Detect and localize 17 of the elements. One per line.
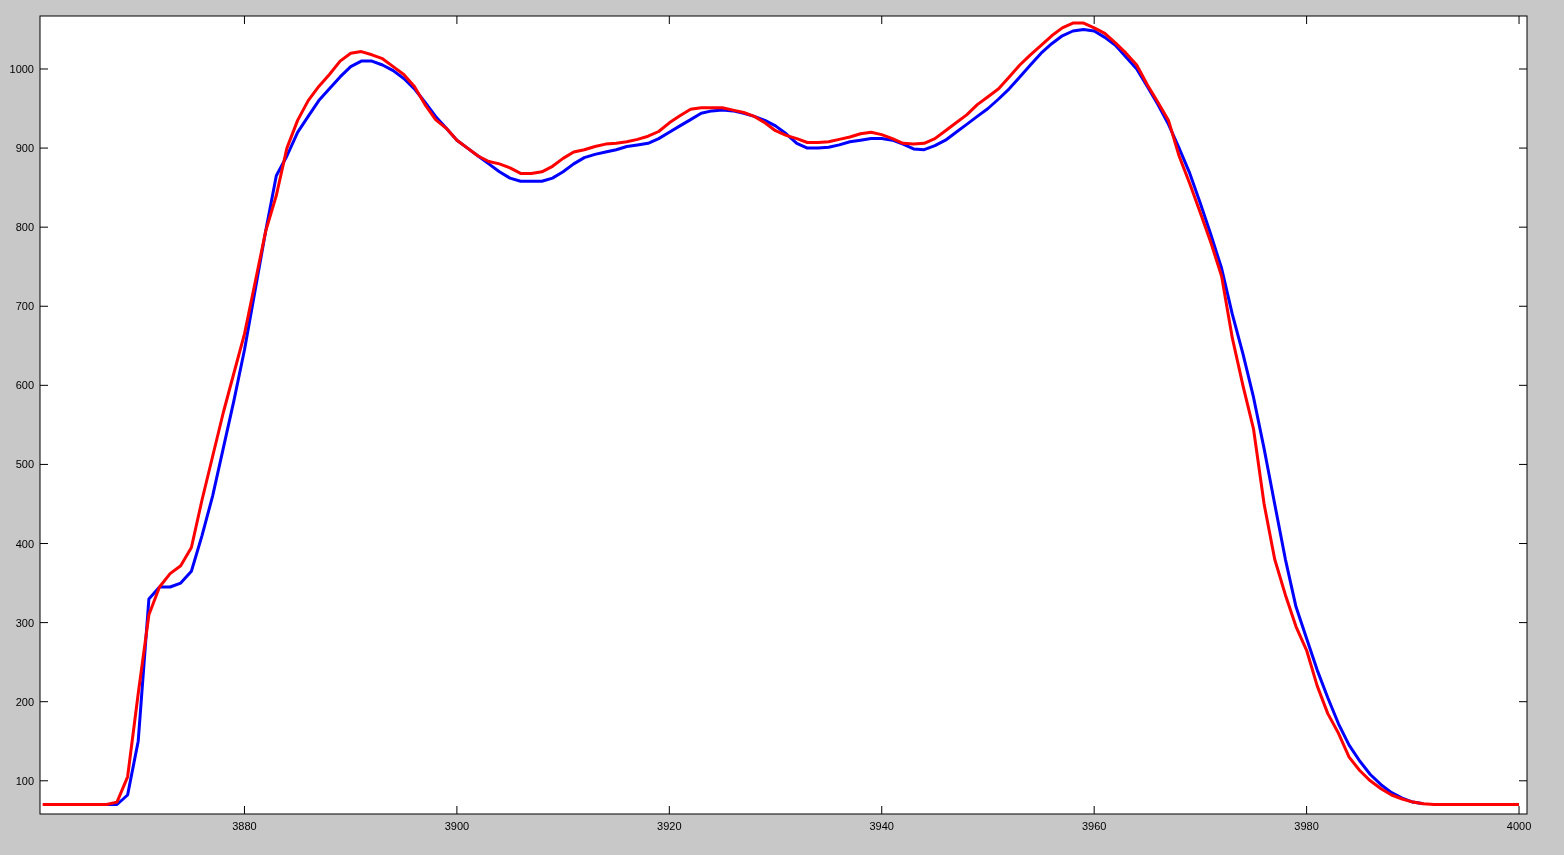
- tick-label: 3920: [657, 820, 682, 832]
- tick-label: 1000: [9, 63, 34, 75]
- tick-label: 3960: [1081, 820, 1107, 832]
- tick-label: 4000: [1506, 820, 1532, 832]
- tick-label: 400: [15, 537, 34, 550]
- tick-label: 200: [15, 695, 34, 708]
- tick-label: 3880: [232, 820, 257, 832]
- tick-label: 100: [15, 774, 34, 787]
- tick-label: 3940: [869, 820, 894, 832]
- tick-label: 3980: [1294, 820, 1319, 832]
- tick-label: 800: [15, 221, 34, 234]
- tick-label: 600: [15, 379, 34, 392]
- tick-label: 900: [15, 142, 34, 155]
- tick-label: 3900: [444, 820, 470, 832]
- tick-label: 300: [15, 616, 34, 629]
- tick-label: 700: [15, 300, 34, 313]
- tick-label: 500: [15, 458, 34, 471]
